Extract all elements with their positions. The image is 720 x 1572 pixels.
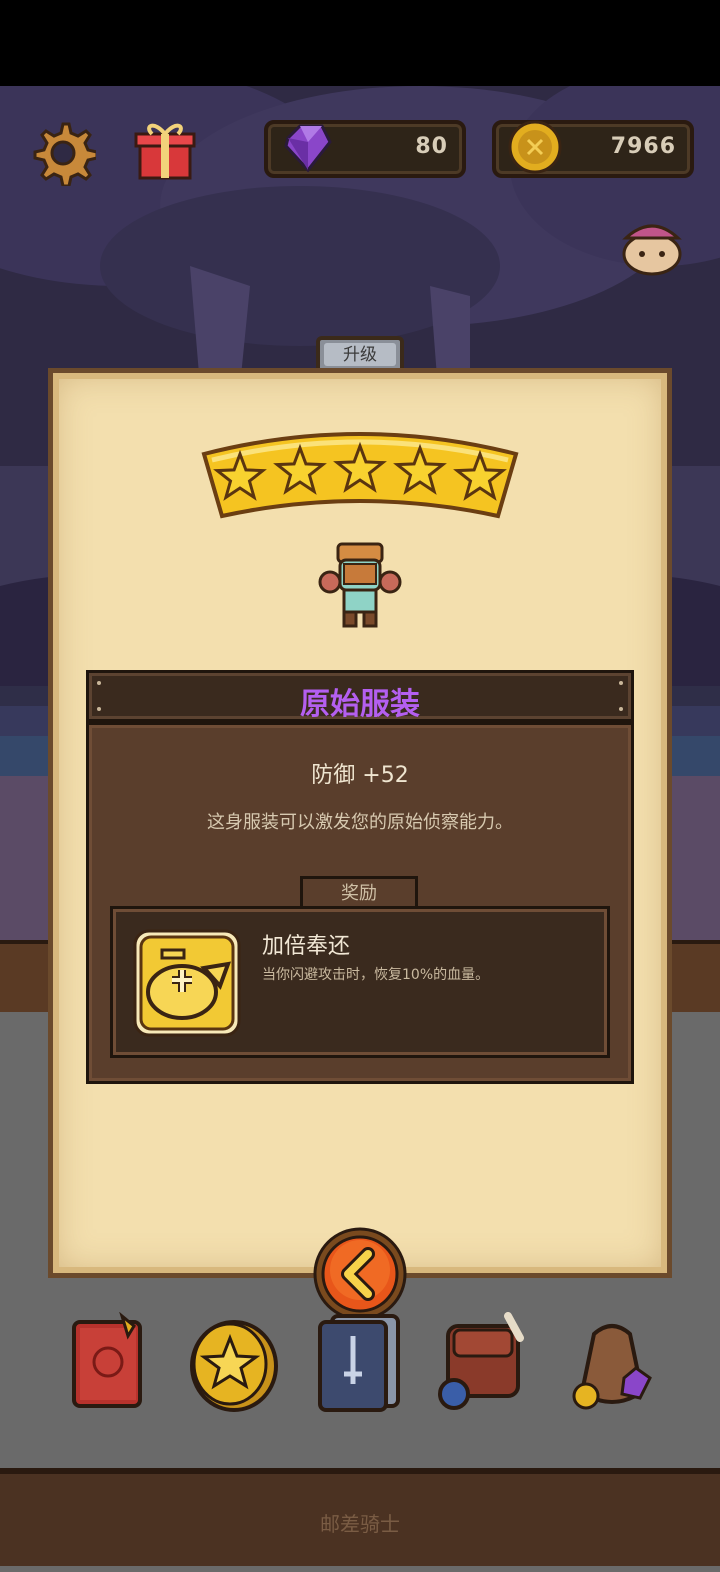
- coin-count: 7966: [610, 134, 676, 159]
- gem-counter[interactable]: 80: [264, 120, 466, 178]
- backpack-icon: [438, 1312, 524, 1410]
- reward-description: 当你闪避攻击时，恢复10%的血量。: [262, 967, 490, 983]
- nav-coin-button[interactable]: [186, 1312, 282, 1412]
- pig-character-icon: [622, 224, 682, 276]
- upgrade-tab-label: 升级: [324, 343, 396, 366]
- pig-character[interactable]: [616, 208, 686, 278]
- star-coin-icon: [190, 1320, 278, 1412]
- gear-icon: [33, 122, 99, 188]
- upgrade-tab: 升级: [316, 336, 404, 370]
- gift-icon: [134, 123, 196, 180]
- cards-icon: [318, 1314, 400, 1412]
- coin-icon: [508, 120, 562, 174]
- heal-reflect-icon: [133, 929, 241, 1037]
- book-icon: [72, 1311, 142, 1408]
- loot-bag-icon: [572, 1324, 652, 1410]
- reward-title: 加倍奉还: [262, 934, 351, 959]
- settings-button[interactable]: [30, 120, 99, 188]
- nav-loot-button[interactable]: [564, 1312, 660, 1412]
- nav-backpack-button[interactable]: [436, 1312, 532, 1412]
- item-name: 原始服装: [300, 687, 420, 722]
- reward-skill-icon: [132, 928, 242, 1038]
- back-button[interactable]: [312, 1226, 408, 1322]
- coin-counter[interactable]: 7966: [492, 120, 694, 178]
- defense-stat: 防御 +52: [311, 763, 409, 788]
- reward-tab-label: 奖励: [300, 876, 418, 910]
- outfit-preview: [310, 540, 410, 636]
- footer-game-title: 邮差骑士: [320, 1512, 400, 1536]
- gift-button[interactable]: [132, 118, 198, 184]
- chevron-left-icon: [313, 1227, 407, 1321]
- nav-book-button[interactable]: [64, 1311, 160, 1412]
- item-description: 这身服装可以激发您的原始侦察能力。: [207, 812, 513, 833]
- gem-count: 80: [415, 134, 448, 159]
- status-bar: [0, 0, 720, 86]
- gem-icon: [284, 124, 332, 173]
- item-name-bar: 原始服装: [86, 670, 634, 722]
- outfit-character-icon: [318, 542, 402, 628]
- star-rating-banner: [201, 432, 519, 519]
- nav-cards-button[interactable]: [312, 1312, 408, 1412]
